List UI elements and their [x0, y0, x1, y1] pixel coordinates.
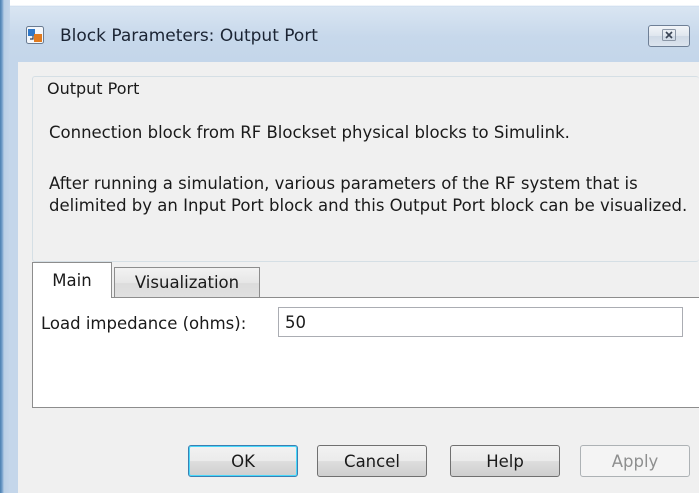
tab-visualization[interactable]: Visualization — [114, 267, 260, 298]
tab-main-label: Main — [52, 270, 92, 290]
cancel-button[interactable]: Cancel — [317, 445, 427, 477]
visualization-description: After running a simulation, various para… — [49, 174, 688, 215]
load-impedance-label: Load impedance (ohms): — [41, 314, 247, 333]
block-parameters-dialog: Block Parameters: Output Port Output Por… — [0, 0, 699, 493]
tab-main[interactable]: Main — [32, 262, 112, 298]
load-impedance-input[interactable] — [278, 307, 683, 337]
title-bar[interactable]: Block Parameters: Output Port — [10, 7, 699, 62]
window-title: Block Parameters: Output Port — [60, 26, 318, 46]
groupbox-title: Output Port — [43, 79, 144, 99]
help-button[interactable]: Help — [450, 445, 560, 477]
ok-button[interactable]: OK — [188, 445, 298, 477]
apply-button[interactable]: Apply — [580, 445, 690, 477]
close-button[interactable] — [648, 25, 690, 47]
close-x-icon — [662, 28, 676, 44]
window-left-edge — [0, 0, 10, 493]
window-top-edge — [0, 0, 699, 7]
block-description: Connection block from RF Blockset physic… — [49, 123, 570, 142]
main-tab-panel: Load impedance (ohms): — [32, 297, 699, 408]
simulink-block-icon — [26, 26, 44, 44]
output-port-groupbox: Output Port Connection block from RF Blo… — [32, 76, 699, 262]
dialog-client-area: Output Port Connection block from RF Blo… — [18, 62, 699, 493]
tab-visualization-label: Visualization — [134, 273, 240, 292]
parameter-tabs: Main Visualization Load impedance (ohms)… — [32, 262, 699, 408]
